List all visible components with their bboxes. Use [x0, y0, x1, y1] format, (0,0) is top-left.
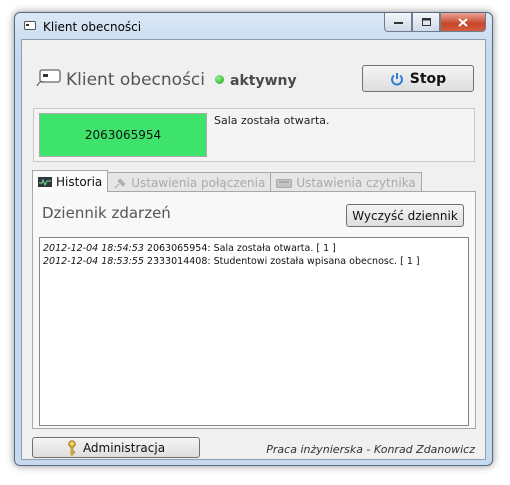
close-button[interactable]: [440, 13, 486, 32]
plug-icon: [114, 177, 126, 188]
log-entry: 2012-12-04 18:54:53 2063065954: Sala zos…: [43, 242, 465, 255]
log-entry: 2012-12-04 18:53:55 2333014408: Studento…: [43, 255, 465, 268]
log-title: Dziennik zdarzeń: [42, 204, 171, 222]
card-reader-icon: [36, 69, 61, 87]
minimize-icon: [393, 22, 403, 24]
maximize-button[interactable]: [412, 13, 440, 32]
client-area: Klient obecności aktywny Stop 2063065954…: [21, 39, 486, 460]
log-timestamp: 2012-12-04 18:53:55: [43, 256, 144, 267]
status-title: Klient obecności: [66, 70, 205, 90]
reader-icon: [276, 178, 293, 188]
card-message: Sala została otwarta.: [214, 114, 330, 127]
maximize-icon: [421, 18, 431, 26]
administration-button[interactable]: Administracja: [32, 437, 200, 458]
key-icon: [68, 439, 76, 455]
stop-button[interactable]: Stop: [362, 65, 474, 92]
app-window: Klient obecności Klient obecności aktywn…: [14, 12, 493, 466]
tab-strip: Historia Ustawienia połączenia Ustawieni…: [32, 170, 422, 192]
window-title: Klient obecności: [43, 20, 142, 34]
status-indicator: [215, 75, 224, 84]
footer-credit: Praca inżynierska - Konrad Zdanowicz: [266, 443, 475, 456]
card-reader-icon: [24, 21, 36, 30]
status-label: aktywny: [230, 73, 297, 89]
title-bar[interactable]: Klient obecności: [15, 13, 492, 41]
tab-label: Ustawienia czytnika: [296, 175, 416, 190]
clear-log-button[interactable]: Wyczyść dziennik: [346, 204, 464, 227]
power-icon: [390, 72, 403, 85]
tab-reader-settings[interactable]: Ustawienia czytnika: [270, 172, 422, 192]
event-log[interactable]: 2012-12-04 18:54:53 2063065954: Sala zos…: [39, 237, 469, 426]
tab-historia[interactable]: Historia: [32, 170, 109, 192]
stop-button-label: Stop: [409, 70, 447, 87]
history-panel: Dziennik zdarzeń Wyczyść dziennik 2012-1…: [32, 191, 476, 429]
administration-button-label: Administracja: [82, 440, 166, 455]
card-id-display: 2063065954: [39, 113, 207, 157]
caption-buttons: [384, 13, 486, 33]
close-icon: [458, 17, 468, 27]
tab-label: Ustawienia połączenia: [131, 175, 266, 190]
log-timestamp: 2012-12-04 18:54:53: [43, 243, 144, 254]
minimize-button[interactable]: [384, 13, 412, 32]
tab-connection-settings[interactable]: Ustawienia połączenia: [107, 172, 272, 192]
chart-icon: [38, 176, 52, 187]
tab-label: Historia: [56, 174, 103, 189]
log-text: 2063065954: Sala została otwarta. [ 1 ]: [143, 243, 336, 254]
card-info-panel: 2063065954 Sala została otwarta.: [33, 108, 475, 162]
log-text: 2333014408: Studentowi została wpisana o…: [143, 256, 420, 267]
